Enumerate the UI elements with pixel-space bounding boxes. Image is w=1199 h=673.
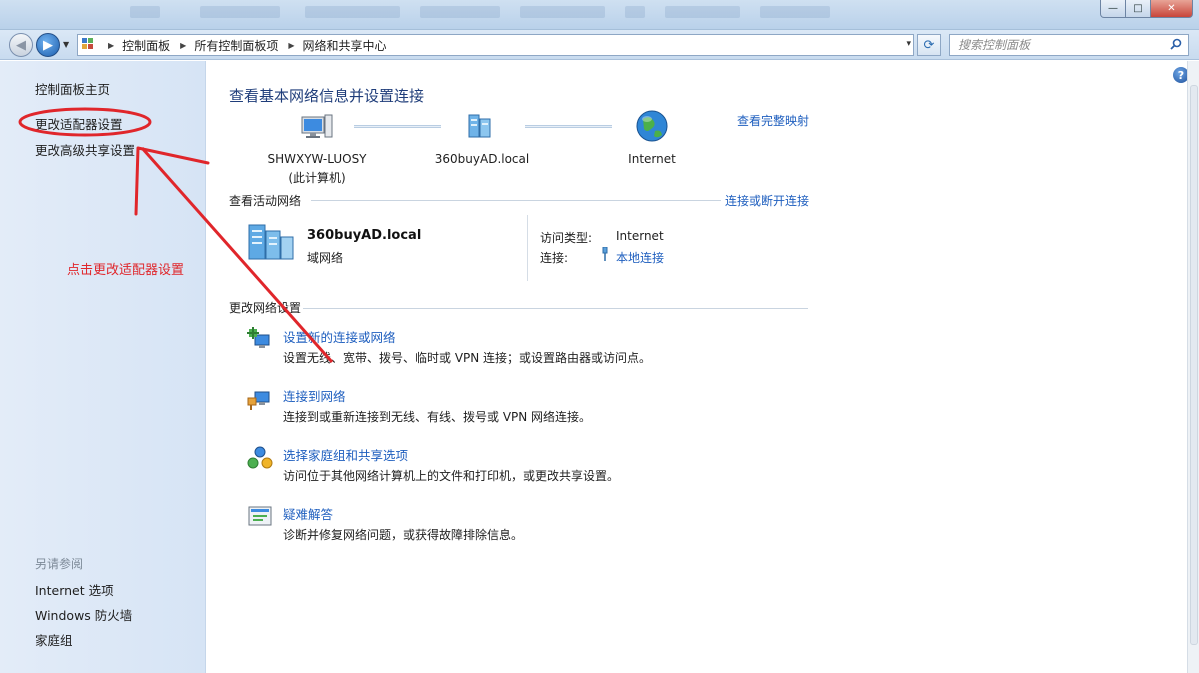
chevron-right-icon[interactable]: ▶ xyxy=(108,41,114,50)
change-settings-header: 更改网络设置 xyxy=(229,301,302,315)
globe-icon xyxy=(636,110,668,142)
window-controls: — □ ✕ xyxy=(1100,0,1193,18)
homegroup-icon xyxy=(247,446,273,469)
sidebar-item-home[interactable]: 控制面板主页 xyxy=(35,79,110,98)
chevron-right-icon[interactable]: ▶ xyxy=(180,41,186,50)
maximize-button[interactable]: □ xyxy=(1125,0,1151,18)
active-network-name: 360buyAD.local xyxy=(307,228,422,243)
address-dropdown-icon[interactable]: ▾ xyxy=(906,39,911,49)
map-node-internet[interactable]: Internet xyxy=(587,109,717,166)
address-bar[interactable]: ▶ 控制面板 ▶ 所有控制面板项 ▶ 网络和共享中心 ▾ xyxy=(77,34,914,56)
internet-name: Internet xyxy=(628,152,676,166)
title-bar: — □ ✕ xyxy=(0,0,1199,30)
chevron-down-icon: ▼ xyxy=(63,40,70,49)
computer-name: SHWXYW-LUOSY xyxy=(267,152,367,166)
forward-button[interactable]: ▶ xyxy=(36,33,60,57)
task-title-connect-network[interactable]: 连接到网络 xyxy=(283,386,346,405)
refresh-button[interactable]: ⟳ xyxy=(917,34,941,56)
connect-network-icon xyxy=(247,391,270,410)
connect-disconnect-link[interactable]: 连接或断开连接 xyxy=(725,192,809,209)
task-title-homegroup[interactable]: 选择家庭组和共享选项 xyxy=(283,445,408,464)
domain-network-icon xyxy=(468,114,491,138)
task-desc-homegroup: 访问位于其他网络计算机上的文件和打印机，或更改共享设置。 xyxy=(283,469,620,483)
breadcrumb-control-panel[interactable]: 控制面板 xyxy=(122,37,170,54)
map-node-domain[interactable]: 360buyAD.local xyxy=(417,111,547,166)
navigation-bar: ◀ ▶ ▼ ▶ 控制面板 ▶ 所有控制面板项 ▶ 网络和共享中心 ▾ ⟳ xyxy=(0,30,1199,60)
map-node-computer[interactable]: SHWXYW-LUOSY (此计算机) xyxy=(252,111,382,186)
active-networks-header: 查看活动网络 xyxy=(229,194,302,208)
see-also-header: 另请参阅 xyxy=(35,557,84,571)
arrow-right-icon: ▶ xyxy=(43,37,53,53)
troubleshoot-icon xyxy=(248,506,272,526)
chevron-right-icon[interactable]: ▶ xyxy=(288,41,294,50)
close-button[interactable]: ✕ xyxy=(1150,0,1193,18)
new-connection-icon xyxy=(247,327,270,348)
breadcrumb-network-center[interactable]: 网络和共享中心 xyxy=(303,37,387,54)
recent-pages-dropdown[interactable]: ▼ xyxy=(63,40,69,49)
task-desc-new-connection: 设置无线、宽带、拨号、临时或 VPN 连接；或设置路由器或访问点。 xyxy=(283,351,652,365)
active-network-type: 域网络 xyxy=(307,251,344,265)
page-title: 查看基本网络信息并设置连接 xyxy=(229,87,425,105)
connection-label: 连接: xyxy=(540,251,569,265)
search-box[interactable] xyxy=(949,34,1189,56)
annotation-text: 点击更改适配器设置 xyxy=(67,263,185,278)
sidebar-item-internet-options[interactable]: Internet 选项 xyxy=(35,580,114,599)
computer-subtitle: (此计算机) xyxy=(288,171,346,185)
scrollbar-thumb[interactable] xyxy=(1190,85,1198,645)
task-title-new-connection[interactable]: 设置新的连接或网络 xyxy=(283,327,396,346)
task-title-troubleshoot[interactable]: 疑难解答 xyxy=(283,504,333,523)
sidebar: 控制面板主页 更改适配器设置 更改高级共享设置 另请参阅 Internet 选项… xyxy=(0,61,206,673)
local-connection-link[interactable]: 本地连接 xyxy=(616,251,664,265)
see-full-map-link[interactable]: 查看完整映射 xyxy=(737,112,809,129)
blurred-taskbar-tabs xyxy=(100,6,920,20)
task-desc-troubleshoot: 诊断并修复网络问题，或获得故障排除信息。 xyxy=(283,528,524,542)
search-input[interactable] xyxy=(950,35,1160,55)
breadcrumb: ▶ 控制面板 ▶ 所有控制面板项 ▶ 网络和共享中心 xyxy=(104,37,387,54)
access-type-label: 访问类型: xyxy=(540,231,593,245)
task-desc-connect-network: 连接到或重新连接到无线、有线、拨号或 VPN 网络连接。 xyxy=(283,410,592,424)
sidebar-item-change-adapter[interactable]: 更改适配器设置 xyxy=(35,114,123,133)
vertical-divider xyxy=(527,215,528,281)
section-divider xyxy=(303,308,808,309)
search-icon[interactable] xyxy=(1170,38,1182,50)
domain-name: 360buyAD.local xyxy=(434,152,530,166)
back-button[interactable]: ◀ xyxy=(9,33,33,57)
arrow-left-icon: ◀ xyxy=(16,37,26,53)
ethernet-icon xyxy=(602,246,608,261)
domain-network-icon xyxy=(248,224,294,260)
main-content: ? 查看基本网络信息并设置连接 查看完整映射 SHWXYW-LUOSY (此计算… xyxy=(207,61,1189,673)
breadcrumb-all-items[interactable]: 所有控制面板项 xyxy=(194,37,278,54)
refresh-icon: ⟳ xyxy=(923,37,935,53)
sidebar-item-advanced-sharing[interactable]: 更改高级共享设置 xyxy=(35,140,135,159)
section-divider xyxy=(311,200,721,201)
access-type-value: Internet xyxy=(616,229,664,243)
sidebar-item-homegroup[interactable]: 家庭组 xyxy=(35,630,73,649)
sidebar-item-firewall[interactable]: Windows 防火墙 xyxy=(35,605,132,624)
computer-icon xyxy=(301,114,333,138)
control-panel-icon xyxy=(82,38,98,52)
minimize-button[interactable]: — xyxy=(1100,0,1126,18)
vertical-scrollbar[interactable] xyxy=(1187,61,1199,673)
